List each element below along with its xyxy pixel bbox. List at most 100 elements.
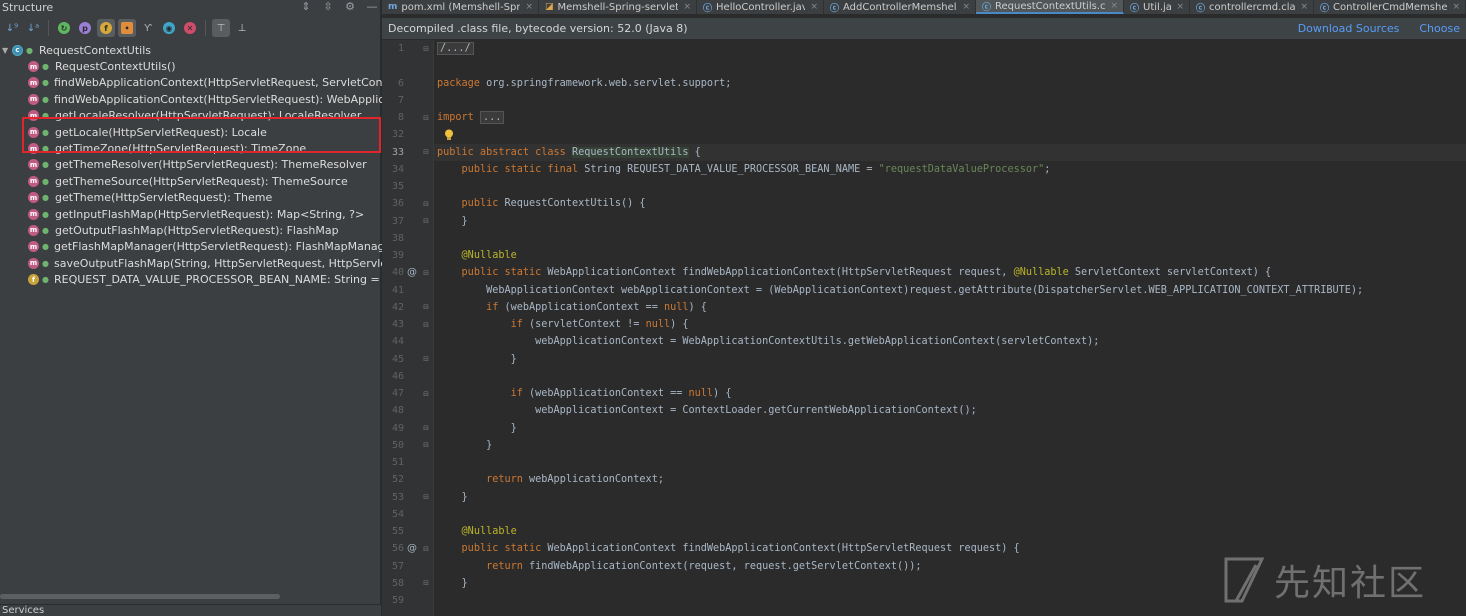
code-text: return findWebApplicationContext(request… [486,560,922,572]
line-number: 55 [391,526,404,538]
line-number: 54 [391,508,404,520]
code-line: 7 [382,92,1466,109]
code-line: 38 [382,230,1466,247]
tree-item-row[interactable]: m ● findWebApplicationContext(HttpServletR… [0,91,412,107]
tree-item-row[interactable]: m ● findWebApplicationContext(HttpServletR… [0,75,412,91]
fold-marker-icon[interactable]: ⊟ [420,390,432,398]
hide-icon[interactable]: — [366,1,378,13]
close-icon[interactable]: × [1176,2,1184,12]
tree-item-row[interactable]: m ● saveOutputFlashMap(String, HttpServlet… [0,255,411,271]
show-lambdas-icon[interactable]: Ƴ [139,19,157,37]
show-inherited-icon[interactable]: ↻ [55,19,73,37]
tree-item-label: getThemeResolver(HttpServletRequest): Th… [55,158,367,172]
lightbulb-icon[interactable] [444,129,454,141]
fold-marker-icon[interactable]: ⊟ [420,493,432,501]
close-icon[interactable]: × [683,2,691,12]
line-number: 49 [391,422,404,434]
close-icon[interactable]: × [1452,2,1460,12]
fold-marker-icon[interactable]: ⊟ [420,114,432,122]
tree-item-label: saveOutputFlashMap(String, HttpServletRe… [53,256,412,270]
gutter-annotation-icon[interactable]: @ [404,543,420,554]
sort-alpha-icon[interactable]: ↓ᵃ [24,19,42,37]
code-text: } [437,215,468,227]
fold-marker-icon[interactable]: ⊟ [420,200,432,208]
editor-tab[interactable]: ⓒ HelloController.java × [697,0,824,14]
line-number: 35 [391,181,404,193]
code-line: 43 ⊟ if (servletContext != null) { [382,316,1466,333]
close-icon[interactable]: × [962,2,970,12]
editor-tab-label: ControllerCmdMemshell.ja [1333,1,1448,13]
line-number: 41 [391,284,404,296]
editor-tab[interactable]: ⓒcontrollercmd.class × [1190,0,1314,14]
tree-item-row[interactable]: m ● RequestContextUtils() [0,58,380,74]
show-properties-icon[interactable]: p [76,19,94,37]
tree-item-row[interactable]: m ● getFlashMapManager(HttpServletRequest)… [0,239,396,255]
fold-marker-icon[interactable]: ⊟ [420,545,432,553]
show-non-public-icon[interactable]: • [118,19,136,37]
autoscroll-from-source-icon[interactable]: ⊥ [233,19,251,37]
editor-tab[interactable]: ⓒUtil.java × [1124,0,1190,14]
code-line: 41 WebApplicationContext webApplicationC… [382,282,1466,299]
tree-item-label: REQUEST_DATA_VALUE_PROCESSOR_BEAN_NAME: … [53,273,400,287]
line-number: 52 [391,474,404,486]
editor-tab-bar: mpom.xml (Memshell-Spring×◪Memshell-Spri… [382,0,1466,14]
code-text: } [437,353,517,365]
editor-tab[interactable]: ⓒAddControllerMemshell.java × [824,0,976,14]
fold-marker-icon[interactable]: ⊟ [420,303,432,311]
code-text: public static WebApplicationContext find… [461,543,1020,555]
tree-item-row[interactable]: m ● getInputFlashMap(HttpServletRequest): … [0,206,380,222]
gear-icon[interactable]: ⚙ [344,1,356,13]
fold-marker-icon[interactable]: ⊟ [420,269,432,277]
fold-marker-icon[interactable]: ⊟ [420,441,432,449]
show-exceptions-icon[interactable]: ✕ [181,19,199,37]
java-class-icon: ⓒ [703,3,713,14]
show-anonymous-icon[interactable]: ◉ [160,19,178,37]
code-text: } [437,439,493,451]
public-icon: ● [42,62,49,72]
editor-tab[interactable]: ⓒRequestContextUtils.class × [976,0,1124,14]
tree-root-row[interactable]: ▼ c ● RequestContextUtils [0,42,380,58]
code-line: 8 ⊟ import ... [382,109,1466,126]
services-bar[interactable]: Services [0,604,381,616]
tree-item-label: getThemeSource(HttpServletRequest): Them… [55,174,348,188]
fold-marker-icon[interactable]: ⊟ [420,424,432,432]
method-icon: m [28,192,39,204]
fold-marker-icon[interactable]: ⊟ [420,45,432,53]
line-number: 50 [391,439,404,451]
code-line: 33 ⊟ public abstract class RequestContextU… [382,144,1466,161]
fold-marker-icon[interactable]: ⊟ [420,148,432,156]
choose-sources-link[interactable]: Choose [1419,22,1460,35]
download-sources-link[interactable]: Download Sources [1298,22,1400,35]
tree-item-row[interactable]: m ● getOutputFlashMap(HttpServletRequest):… [0,222,380,238]
editor-tab[interactable]: mpom.xml (Memshell-Spring × [382,0,539,14]
fold-marker-icon[interactable]: ⊟ [420,355,432,363]
horizontal-scrollbar[interactable] [0,594,280,599]
tree-item-row[interactable]: m ● getThemeResolver(HttpServletRequest): … [0,157,380,173]
fold-marker-icon[interactable]: ⊟ [420,217,432,225]
close-icon[interactable]: × [1300,2,1308,12]
java-class-icon: ⓒ [830,3,840,14]
close-icon[interactable]: × [1110,1,1118,11]
expand-all-icon[interactable]: ⇕ [300,1,312,13]
editor-tab[interactable]: ◪Memshell-Spring-servlet.xm × [539,0,697,14]
tree-item-row[interactable]: f ● REQUEST_DATA_VALUE_PROCESSOR_BEAN_NAME… [0,271,399,287]
line-number: 59 [391,595,404,607]
code-editor[interactable]: 1 ⊟ /.../ 6 package org.springframework.web.… [382,40,1466,616]
structure-header-tools: ⇕ ⇳ ⚙ — [300,1,378,13]
tree-item-row[interactable]: m ● getThemeSource(HttpServletRequest): Th… [0,173,380,189]
sort-visibility-icon[interactable]: ↓⁹ [3,19,21,37]
tree-item-row[interactable]: m ● getTheme(HttpServletRequest): Theme [0,190,380,206]
editor-tab-label: pom.xml (Memshell-Spring [401,1,521,13]
close-icon[interactable]: × [810,2,818,12]
decompiled-info-text: Decompiled .class file, bytecode version… [388,22,688,35]
fold-marker-icon[interactable]: ⊟ [420,321,432,329]
collapse-all-icon[interactable]: ⇳ [322,1,334,13]
chevron-down-icon[interactable]: ▼ [2,46,12,55]
autoscroll-to-source-icon[interactable]: ⊤ [212,19,230,37]
editor-tab[interactable]: ⓒControllerCmdMemshell.ja × [1314,0,1466,14]
fold-marker-icon[interactable]: ⊟ [420,579,432,587]
gutter-annotation-icon[interactable]: @ [404,267,420,278]
show-fields-icon[interactable]: f [97,19,115,37]
close-icon[interactable]: × [525,2,533,12]
